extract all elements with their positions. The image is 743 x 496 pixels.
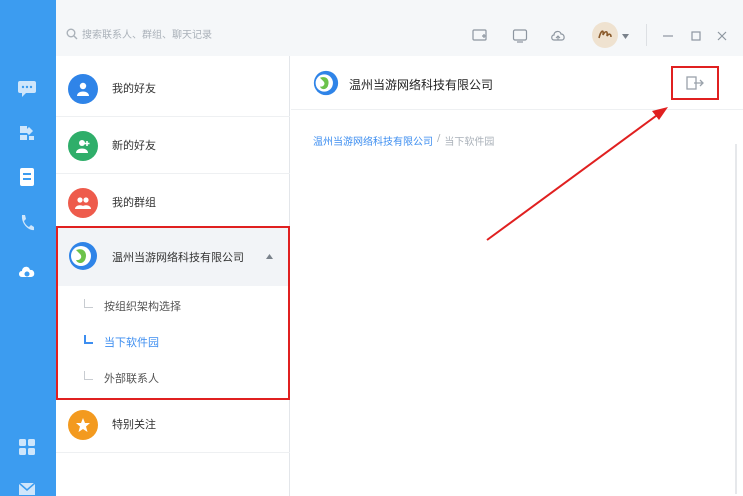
close-icon[interactable]: [714, 28, 730, 44]
tree-connector: [84, 335, 93, 344]
star-avatar-icon: [68, 410, 98, 440]
grid-menu-icon[interactable]: [14, 434, 40, 460]
screen-share-icon[interactable]: [472, 28, 488, 44]
my-groups-label: 我的群组: [112, 196, 156, 209]
company-sub-dangxia-park[interactable]: 当下软件园: [56, 324, 290, 360]
monitor-icon[interactable]: [512, 28, 528, 44]
search-box[interactable]: 搜索联系人、群组、聊天记录: [66, 26, 212, 41]
contact-group-special-follow[interactable]: 特别关注: [56, 396, 290, 453]
divider: [646, 24, 647, 46]
company-logo-icon: [68, 241, 98, 271]
sidebar-rail: [0, 0, 56, 496]
cloud-icon[interactable]: [14, 258, 40, 284]
exit-icon: [686, 76, 704, 90]
company-name-label: 温州当游网络科技有限公司: [112, 251, 244, 264]
top-bar: 搜索联系人、群组、聊天记录: [56, 0, 743, 56]
chevron-up-icon[interactable]: [266, 254, 273, 259]
breadcrumb-separator: /: [437, 133, 441, 144]
exit-button[interactable]: [671, 66, 719, 100]
contact-group-my-groups[interactable]: 我的群组: [56, 174, 290, 231]
page-title: 温州当游网络科技有限公司: [349, 78, 494, 92]
sub-item-label: 当下软件园: [104, 336, 159, 349]
breadcrumb: 温州当游网络科技有限公司 / 当下软件园: [313, 133, 494, 148]
minimize-icon[interactable]: [660, 28, 676, 44]
breadcrumb-current: 当下软件园: [444, 137, 495, 148]
breadcrumb-root[interactable]: 温州当游网络科技有限公司: [313, 133, 433, 148]
contacts-book-icon[interactable]: [14, 164, 40, 190]
my-friends-label: 我的好友: [112, 82, 156, 95]
friend-avatar-icon: [68, 74, 98, 104]
phone-icon[interactable]: [14, 210, 40, 236]
search-placeholder: 搜索联系人、群组、聊天记录: [82, 30, 212, 41]
main-panel: 温州当游网络科技有限公司 温州当游网络科技有限公司 / 当下软件园: [291, 56, 743, 496]
tree-connector: [84, 371, 93, 380]
contact-list: 我的好友 新的好友 我的群组 温州当游网络科技有限公司 按组织架构选择 当下软件…: [56, 56, 290, 496]
special-follow-label: 特别关注: [112, 418, 156, 431]
maximize-icon[interactable]: [688, 28, 704, 44]
company-sub-external-contacts[interactable]: 外部联系人: [56, 360, 290, 396]
chevron-down-icon[interactable]: [622, 34, 629, 39]
cloud-sync-icon[interactable]: [550, 28, 566, 44]
mail-icon[interactable]: [14, 476, 40, 496]
add-friend-avatar-icon: [68, 131, 98, 161]
search-icon: [66, 28, 78, 39]
main-header: 温州当游网络科技有限公司: [291, 56, 743, 110]
sub-item-label: 外部联系人: [104, 372, 159, 385]
contact-group-new-friends[interactable]: 新的好友: [56, 117, 290, 174]
apps-icon[interactable]: [14, 120, 40, 146]
signature-avatar-icon: [598, 30, 612, 39]
contact-group-company[interactable]: 温州当游网络科技有限公司: [56, 228, 290, 286]
scrollbar[interactable]: [735, 144, 737, 494]
new-friends-label: 新的好友: [112, 139, 156, 152]
group-avatar-icon: [68, 188, 98, 218]
contact-group-my-friends[interactable]: 我的好友: [56, 60, 290, 117]
user-avatar[interactable]: [592, 22, 618, 48]
company-sub-org-structure[interactable]: 按组织架构选择: [56, 288, 290, 324]
chat-icon[interactable]: [14, 76, 40, 102]
company-logo-icon: [313, 70, 339, 96]
tree-connector: [84, 299, 93, 308]
sub-item-label: 按组织架构选择: [104, 300, 181, 313]
